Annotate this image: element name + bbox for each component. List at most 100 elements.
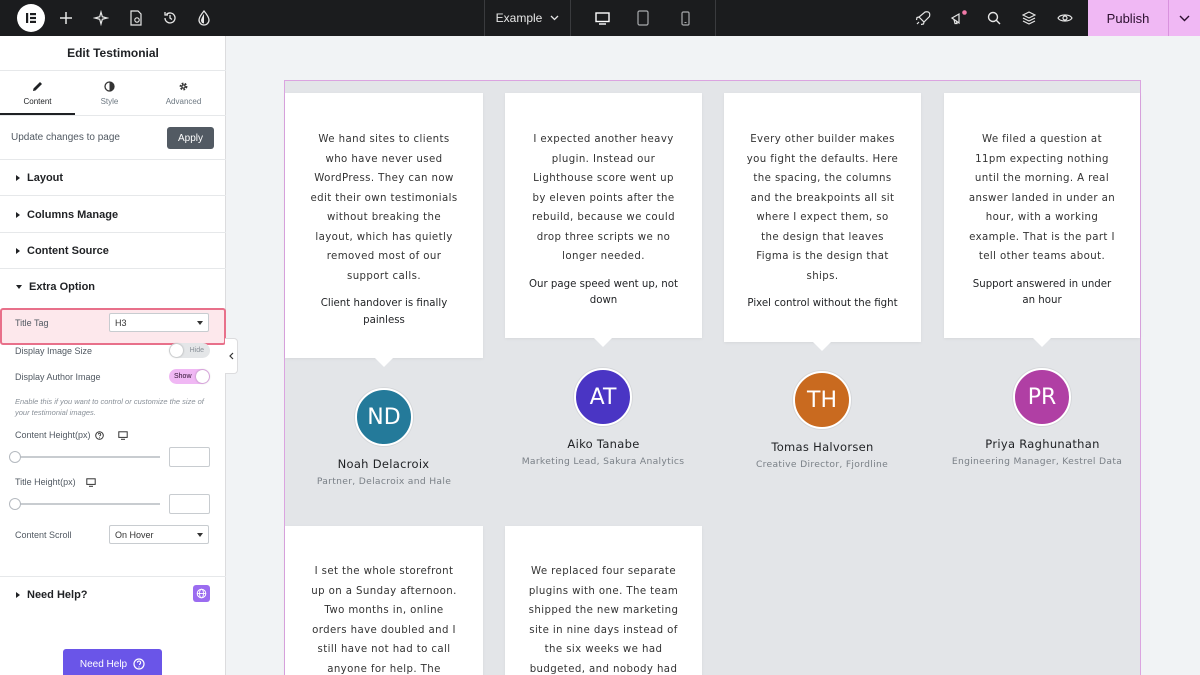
notifications-megaphone-icon[interactable] (949, 8, 969, 28)
elementor-logo-icon[interactable] (17, 4, 45, 32)
author-name: Aiko Tanabe (567, 437, 640, 451)
section-need-help-label: Need Help? (27, 588, 88, 601)
card-pointer (1033, 338, 1051, 347)
testimonial-card[interactable]: We filed a question at 11pm expecting no… (944, 93, 1140, 338)
globe-addon-icon[interactable] (193, 585, 210, 602)
testimonial-card[interactable]: I expected another heavy plugin. Instead… (505, 93, 702, 338)
card-pointer (813, 342, 831, 351)
caret-right-icon (16, 247, 20, 254)
toggle-knob (196, 370, 209, 383)
update-changes-label: Update changes to page (11, 132, 120, 143)
content-height-slider[interactable] (15, 456, 160, 458)
section-content-source[interactable]: Content Source (0, 233, 226, 269)
chevron-down-icon (550, 15, 559, 21)
section-extra-option[interactable]: Extra Option (0, 269, 226, 305)
help-circle-icon[interactable] (94, 430, 104, 440)
title-height-label: Title Height(px) (15, 477, 76, 487)
add-element-icon[interactable] (56, 8, 76, 28)
page-selector[interactable]: Example (485, 0, 571, 36)
author-role: Engineering Manager, Kestrel Data (951, 456, 1123, 467)
section-layout[interactable]: Layout (0, 160, 226, 196)
content-height-label: Content Height(px) (15, 430, 91, 440)
testimonial-quote: I set the whole storefront up on a Sunda… (311, 566, 457, 675)
site-settings-drop-icon[interactable] (194, 8, 214, 28)
structure-layers-icon[interactable] (1019, 8, 1039, 28)
title-height-label-row: Title Height(px) (15, 477, 96, 487)
desktop-view-icon[interactable] (593, 9, 611, 27)
publish-button[interactable]: Publish (1088, 0, 1168, 36)
testimonial-card[interactable]: We hand sites to clients who have never … (285, 93, 483, 358)
display-author-image-label: Display Author Image (15, 372, 101, 382)
testimonial-quote: Every other builder makes you fight the … (746, 134, 899, 282)
title-height-slider[interactable] (15, 503, 160, 505)
chevron-left-icon (228, 352, 233, 360)
ai-sparkle-icon[interactable] (91, 8, 111, 28)
tab-advanced[interactable]: Advanced (146, 72, 221, 114)
title-height-input[interactable] (169, 494, 210, 514)
author-role: Partner, Delacroix and Hale (316, 476, 452, 487)
tablet-view-icon[interactable] (634, 9, 652, 27)
testimonial-card[interactable]: We replaced four separate plugins with o… (505, 526, 702, 675)
select-arrow-icon (197, 533, 203, 537)
display-image-size-toggle[interactable]: Hide (169, 343, 210, 358)
testimonial-title: Support answered in under an hour (972, 278, 1112, 307)
testimonial-title: Client handover is finally painless (320, 298, 448, 326)
testimonial-card[interactable]: I set the whole storefront up on a Sunda… (285, 526, 483, 675)
testimonial-quote: We replaced four separate plugins with o… (528, 566, 679, 675)
content-scroll-label: Content Scroll (15, 530, 72, 540)
testimonial-quote: We hand sites to clients who have never … (310, 134, 458, 282)
card-pointer (594, 338, 612, 347)
apply-button[interactable]: Apply (167, 127, 214, 149)
section-columns-manage[interactable]: Columns Manage (0, 197, 226, 233)
avatar: ND (355, 388, 413, 446)
author-role: Marketing Lead, Sakura Analytics (521, 456, 685, 467)
testimonial-card[interactable]: Every other builder makes you fight the … (724, 93, 921, 342)
card-pointer (375, 358, 393, 367)
search-icon[interactable] (984, 8, 1004, 28)
content-height-input[interactable] (169, 447, 210, 467)
section-layout-label: Layout (27, 171, 64, 184)
publish-options-button[interactable] (1168, 0, 1200, 36)
content-scroll-select[interactable]: On Hover (109, 525, 209, 544)
tab-content[interactable]: Content (0, 72, 75, 114)
testimonial-quote: I expected another heavy plugin. Instead… (531, 134, 676, 262)
history-icon[interactable] (160, 8, 180, 28)
tab-content-label: Content (23, 96, 52, 106)
section-columns-manage-label: Columns Manage (27, 208, 119, 221)
preview-eye-icon[interactable] (1055, 8, 1075, 28)
rocket-icon[interactable] (913, 8, 933, 28)
testimonial-quote: We filed a question at 11pm expecting no… (968, 134, 1116, 262)
section-extra-option-label: Extra Option (29, 281, 96, 293)
top-bar: Example Publish (0, 0, 1200, 36)
toggle-state: Show (174, 373, 192, 380)
testimonial-widget[interactable]: We hand sites to clients who have never … (284, 80, 1141, 675)
help-circle-icon (133, 658, 145, 670)
panel-title: Edit Testimonial (0, 36, 226, 71)
display-image-size-label: Display Image Size (15, 346, 93, 356)
desktop-responsive-icon[interactable] (85, 477, 96, 487)
title-tag-select[interactable]: H3 (109, 313, 209, 332)
content-height-slider-handle[interactable] (9, 451, 21, 463)
toggle-state: Hide (189, 347, 204, 354)
desktop-responsive-icon[interactable] (117, 430, 128, 440)
caret-right-icon (16, 591, 20, 598)
title-height-slider-handle[interactable] (9, 498, 21, 510)
display-author-image-toggle[interactable]: Show (169, 369, 210, 384)
need-help-button[interactable]: Need Help (63, 649, 162, 675)
mobile-view-icon[interactable] (676, 9, 694, 27)
half-circle-icon (104, 80, 115, 92)
caret-down-icon (16, 285, 22, 289)
need-help-button-label: Need Help (79, 658, 128, 670)
content-height-label-row: Content Height(px) (15, 430, 128, 440)
testimonial-title: Our page speed went up, not down (529, 278, 678, 307)
toggle-knob (170, 344, 183, 357)
avatar: TH (793, 371, 851, 429)
page-settings-icon[interactable] (126, 8, 146, 28)
author-name: Tomas Halvorsen (771, 440, 874, 454)
page-name: Example (495, 11, 543, 25)
title-tag-value: H3 (115, 317, 127, 328)
chevron-down-icon (1179, 15, 1190, 21)
author-name: Priya Raghunathan (985, 437, 1100, 451)
collapse-panel-button[interactable] (225, 338, 238, 374)
tab-style[interactable]: Style (72, 72, 147, 114)
